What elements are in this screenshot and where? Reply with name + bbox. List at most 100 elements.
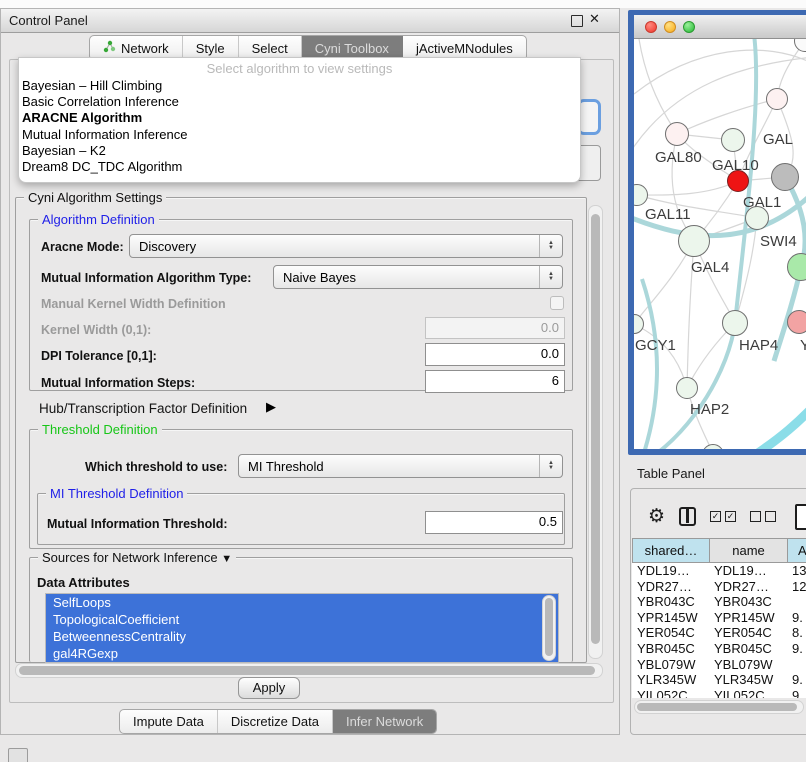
table-row[interactable]: YER054CYER054C8. [632,625,806,641]
desktop: Control Panel ✕ NetworkStyleSelectCyni T… [0,0,806,762]
network-node[interactable] [771,163,799,191]
algorithm-option-bayesian-k2[interactable]: Bayesian – K2 [22,143,576,159]
threshold-definition-title: Threshold Definition [38,422,162,437]
node-label-hap4: HAP4 [739,337,778,354]
algorithm-option-aracne-algorithm[interactable]: ARACNE Algorithm [22,110,576,126]
table-row[interactable]: YBR043C YBR043C [632,594,806,610]
table-panel-toolbar: ⚙ ✓✓ [632,498,806,534]
table-row[interactable]: YDR27…YDR27…12 [632,579,806,595]
table-cell: 9. [792,610,803,625]
algorithm-option-dream8-dc-tdc-algorithm[interactable]: Dream8 DC_TDC Algorithm [22,159,576,175]
columns-icon[interactable] [679,507,696,526]
kernel-width-label: Kernel Width (0,1): [41,323,151,337]
dpi-tolerance-label: DPI Tolerance [0,1]: [41,349,157,363]
network-node-swi4[interactable] [745,206,769,230]
node-table[interactable]: shared… name A YDL19…YDL19…13YDR27…YDR27… [632,538,806,698]
manual-kernel-checkbox[interactable] [550,296,564,310]
tab-impute-data[interactable]: Impute Data [120,710,218,733]
tab-infer-network[interactable]: Infer Network [333,710,436,733]
apply-button[interactable]: Apply [238,677,300,699]
table-cell: 12 [792,579,806,594]
table-cell: YER054C [637,625,695,640]
data-attribute-gal4rgexp[interactable]: gal4RGexp [46,645,558,662]
mi-threshold-field[interactable]: 0.5 [425,511,563,534]
network-node-gal80[interactable] [665,122,689,146]
tab-label: Infer Network [346,714,423,729]
data-attribute-selfloops[interactable]: SelfLoops [46,594,558,611]
network-node-y[interactable] [787,310,806,334]
sources-title: Sources for Network Inference ▼ [38,550,236,565]
data-attribute-topologicalcoefficient[interactable]: TopologicalCoefficient [46,611,558,628]
which-threshold-combobox[interactable]: MI Threshold ▲▼ [238,454,563,478]
zoom-traffic-light-icon[interactable] [683,21,695,33]
minimize-traffic-light-icon[interactable] [664,21,676,33]
which-threshold-value: MI Threshold [239,459,539,474]
table-row[interactable]: YLR345WYLR345W9. [632,672,806,688]
expand-arrow-icon[interactable]: ▶ [266,399,276,415]
table-row[interactable]: YPR145W YPR145W 9. [632,610,806,626]
export-table-icon[interactable] [795,504,806,530]
minimized-panel-chip[interactable] [8,748,28,762]
network-node-gal10[interactable] [721,128,745,152]
tab-label: Impute Data [133,714,204,729]
data-attribute-betweennesscentrality[interactable]: BetweennessCentrality [46,628,558,645]
table-panel-title: Table Panel [637,466,705,481]
table-cell: YBR043C [637,594,695,609]
algorithm-dropdown: Select algorithm to view settings Bayesi… [18,57,581,183]
close-traffic-light-icon[interactable] [645,21,657,33]
table-cell: YBR045C [714,641,772,656]
tab-label: jActiveMNodules [416,41,513,56]
network-canvas[interactable]: GALGAL80GAL10GAL1GAL11SWI4GAL4GCY1HAP4YH… [634,39,806,449]
table-row[interactable]: YIL052CYIL052C9. [632,688,806,698]
settings-vertical-scrollbar[interactable] [588,205,603,659]
table-cell: YBL079W [714,657,773,672]
select-all-checkboxes-icon[interactable]: ✓✓ [710,511,736,522]
column-header-partial[interactable]: A [787,538,806,563]
data-attributes-list[interactable]: SelfLoopsTopologicalCoefficientBetweenne… [45,593,559,663]
deselect-all-checkboxes-icon[interactable] [750,511,776,522]
table-cell: YPR145W [637,610,698,625]
combo-arrows-icon: ▲▼ [539,235,562,257]
algorithm-option-basic-correlation-inference[interactable]: Basic Correlation Inference [22,94,576,110]
mi-threshold-definition-title: MI Threshold Definition [46,486,187,501]
column-header-shared-name[interactable]: shared… [632,538,710,563]
mi-algorithm-type-combobox[interactable]: Naive Bayes ▲▼ [273,265,563,289]
float-window-icon[interactable] [571,15,583,27]
network-node-gal4[interactable] [678,225,710,257]
table-horizontal-scrollbar[interactable] [634,700,804,714]
algorithm-option-mutual-information-inference[interactable]: Mutual Information Inference [22,127,576,143]
table-row[interactable]: YDL19…YDL19…13 [632,563,806,579]
network-node-hap2[interactable] [676,377,698,399]
data-attributes-label: Data Attributes [37,575,130,590]
close-window-icon[interactable]: ✕ [589,11,600,27]
tab-discretize-data[interactable]: Discretize Data [218,710,333,733]
column-header-name[interactable]: name [709,538,788,563]
control-panel-titlebar: Control Panel ✕ [1,9,619,33]
table-cell: YBR043C [714,594,772,609]
network-node-hap4[interactable] [722,310,748,336]
collapse-arrow-icon[interactable]: ▼ [221,553,232,565]
tab-label: Select [252,41,288,56]
table-row[interactable]: YBR045CYBR045C9. [632,641,806,657]
table-cell: YPR145W [714,610,775,625]
mi-steps-field[interactable]: 6 [425,370,565,393]
attributes-scrollbar[interactable] [542,595,556,661]
node-label-hap2: HAP2 [690,401,729,418]
network-node-gal1[interactable] [727,170,749,192]
gear-icon[interactable]: ⚙ [648,507,665,526]
aracne-mode-combobox[interactable]: Discovery ▲▼ [129,234,563,258]
kernel-width-field: 0.0 [425,317,565,339]
network-icon [103,40,116,56]
table-cell: 13 [792,563,806,578]
node-label-gcy1: GCY1 [635,337,676,354]
network-node-gal[interactable] [766,88,788,110]
dpi-tolerance-field[interactable]: 0.0 [425,343,565,366]
settings-horizontal-scrollbar[interactable] [15,663,603,678]
table-row[interactable]: YBL079WYBL079W [632,657,806,673]
algorithm-option-bayesian-hill-climbing[interactable]: Bayesian – Hill Climbing [22,78,576,94]
node-label-gal: GAL [763,131,793,148]
node-label-gal80: GAL80 [655,149,702,166]
bottom-tabbar: Impute Data Discretize Data Infer Network [119,709,437,734]
hub-definition-label[interactable]: Hub/Transcription Factor Definition [39,401,247,416]
control-panel-window: Control Panel ✕ NetworkStyleSelectCyni T… [0,8,620,735]
